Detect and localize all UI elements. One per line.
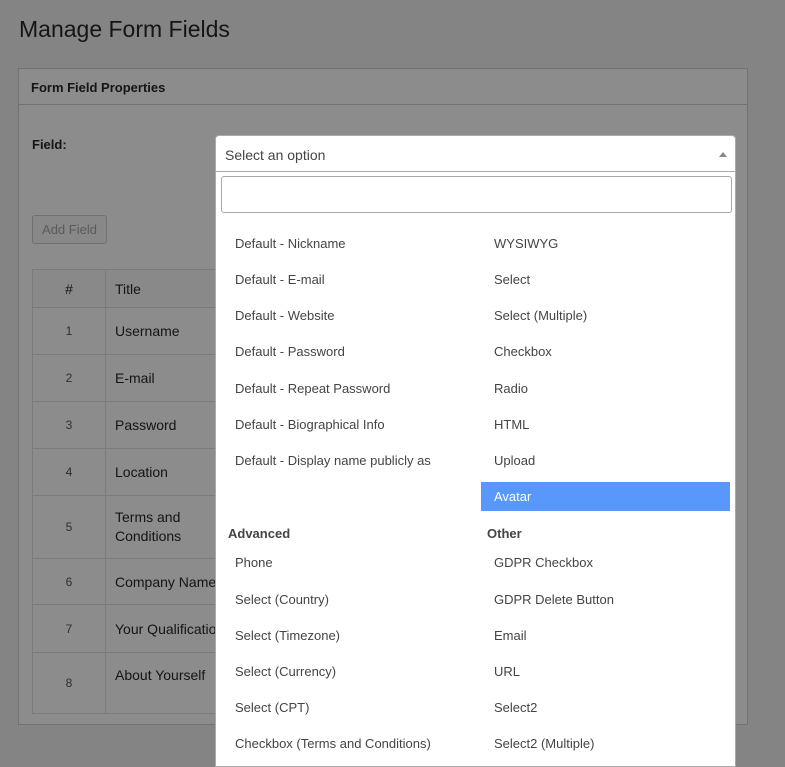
option-default-website[interactable]: Default - Website	[221, 301, 470, 330]
select-dropdown: Default - Nickname Default - E-mail Defa…	[215, 172, 736, 767]
option-default-email[interactable]: Default - E-mail	[221, 265, 470, 294]
option-checkbox-terms[interactable]: Checkbox (Terms and Conditions)	[221, 729, 470, 758]
option-select2[interactable]: Select2	[481, 693, 730, 722]
option-select-currency[interactable]: Select (Currency)	[221, 657, 470, 686]
option-radio[interactable]: Radio	[481, 374, 730, 403]
option-select-country[interactable]: Select (Country)	[221, 585, 470, 614]
group-label-advanced: Advanced	[228, 526, 291, 541]
option-select2-multiple[interactable]: Select2 (Multiple)	[481, 729, 730, 758]
option-email[interactable]: Email	[481, 621, 730, 650]
option-default-biographical-info[interactable]: Default - Biographical Info	[221, 410, 470, 439]
option-select-timezone[interactable]: Select (Timezone)	[221, 621, 470, 650]
option-select[interactable]: Select	[481, 265, 730, 294]
option-default-repeat-password[interactable]: Default - Repeat Password	[221, 374, 470, 403]
dropdown-search-input[interactable]	[221, 176, 732, 213]
option-default-display-name[interactable]: Default - Display name publicly as	[221, 446, 470, 475]
option-upload[interactable]: Upload	[481, 446, 730, 475]
option-gdpr-checkbox[interactable]: GDPR Checkbox	[481, 548, 730, 577]
option-wysiwyg[interactable]: WYSIWYG	[481, 229, 730, 258]
option-url[interactable]: URL	[481, 657, 730, 686]
option-html[interactable]: HTML	[481, 410, 730, 439]
option-default-nickname[interactable]: Default - Nickname	[221, 229, 470, 258]
option-gdpr-delete-button[interactable]: GDPR Delete Button	[481, 585, 730, 614]
select-placeholder: Select an option	[225, 147, 326, 163]
option-checkbox[interactable]: Checkbox	[481, 337, 730, 366]
caret-up-icon	[719, 152, 727, 157]
option-avatar[interactable]: Avatar	[481, 482, 730, 511]
group-label-other: Other	[487, 526, 522, 541]
option-select-multiple[interactable]: Select (Multiple)	[481, 301, 730, 330]
field-select[interactable]: Select an option	[215, 135, 736, 172]
option-select-cpt[interactable]: Select (CPT)	[221, 693, 470, 722]
option-phone[interactable]: Phone	[221, 548, 470, 577]
option-default-password[interactable]: Default - Password	[221, 337, 470, 366]
